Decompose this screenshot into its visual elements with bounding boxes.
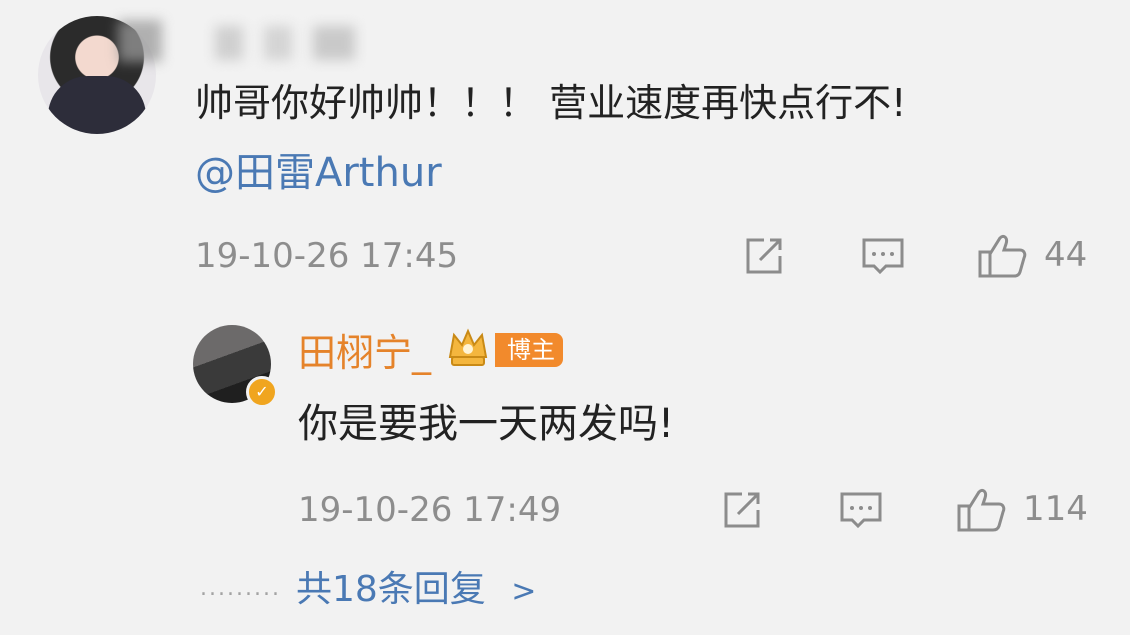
like-count: 44 — [1044, 235, 1088, 275]
share-icon — [746, 238, 782, 274]
more-replies-label: 共18条回复 — [296, 569, 486, 610]
share-button[interactable] — [742, 234, 786, 278]
thumbs-up-icon — [978, 234, 1027, 278]
more-replies-link[interactable]: 共18条回复 > — [296, 566, 536, 616]
reply-like-button[interactable]: 114 — [955, 484, 1088, 534]
username-blur — [118, 20, 162, 62]
username-blur — [215, 26, 355, 60]
blogger-badge: 博主 — [495, 333, 563, 367]
reply-text: 你是要我一天两发吗! — [298, 401, 675, 447]
divider-dots: ......... — [200, 576, 281, 601]
thumbs-up-icon — [957, 488, 1006, 532]
comment-icon — [840, 492, 882, 529]
chevron-right-icon: > — [511, 574, 537, 609]
like-button[interactable]: 44 — [976, 230, 1087, 280]
mention-link[interactable]: @田雷Arthur — [195, 148, 442, 198]
reply-share-button[interactable] — [720, 488, 764, 532]
comment-icon — [862, 238, 904, 275]
reply-username[interactable]: 田栩宁_ — [298, 330, 431, 376]
reply-like-count: 114 — [1023, 489, 1088, 529]
reply-comment-button[interactable] — [838, 488, 884, 532]
comment-button[interactable] — [860, 234, 906, 278]
comment-timestamp: 19-10-26 17:45 — [195, 236, 459, 276]
share-icon — [724, 492, 760, 528]
reply-timestamp: 19-10-26 17:49 — [298, 490, 562, 530]
verified-icon: ✓ — [246, 376, 278, 408]
crown-icon — [448, 328, 488, 366]
comment-text: 帅哥你好帅帅！！！ 营业速度再快点行不! — [195, 81, 907, 125]
